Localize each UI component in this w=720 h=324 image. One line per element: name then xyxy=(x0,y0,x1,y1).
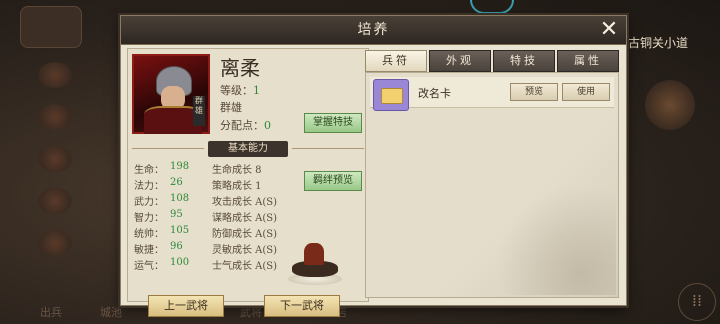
tab-tokens[interactable]: 兵符 xyxy=(365,50,427,72)
item-name: 改名卡 xyxy=(418,87,451,100)
stat-row: 法力： 26 策略成长 1 xyxy=(134,177,304,193)
stat-label: 敏捷： xyxy=(134,245,164,256)
hero-points: 分配点：0 xyxy=(220,117,271,133)
hero-level: 等级：1 xyxy=(220,82,260,98)
tab-bar: 兵符 外观 特技 属性 xyxy=(365,50,619,72)
section-title: 基本能力 xyxy=(208,141,288,157)
bottom-nav-item[interactable]: 武将 xyxy=(240,304,262,320)
preview-button[interactable]: 预览 xyxy=(510,83,558,101)
stat-label: 生命： xyxy=(134,165,164,176)
bond-preview-button[interactable]: 羁绊预览 xyxy=(304,171,362,191)
side-menu-item[interactable] xyxy=(20,188,90,228)
hero-faction: 群雄 xyxy=(220,101,242,114)
item-panel: 兵符 外观 特技 属性 改名卡 预览 使用 xyxy=(365,50,619,300)
location-label: 古铜关小道 xyxy=(628,36,689,50)
hero-name: 离柔 xyxy=(220,56,260,80)
stat-label: 运气： xyxy=(134,261,164,272)
hero-portrait: 群雄 xyxy=(132,54,210,134)
stat-growth: 攻击成长 A(S) xyxy=(212,197,278,208)
stat-value: 95 xyxy=(170,209,183,220)
tab-attributes[interactable]: 属性 xyxy=(557,50,619,72)
stat-value: 105 xyxy=(170,225,190,236)
bottom-nav-item[interactable]: 出兵 xyxy=(40,304,62,320)
stat-growth: 策略成长 1 xyxy=(212,181,262,192)
stat-value: 26 xyxy=(170,177,183,188)
tab-skills[interactable]: 特技 xyxy=(493,50,555,72)
stat-growth: 防御成长 A(S) xyxy=(212,229,278,240)
side-menu-item[interactable] xyxy=(20,104,90,144)
list-item: 改名卡 预览 使用 xyxy=(370,77,614,111)
side-menu-item[interactable] xyxy=(20,146,90,186)
train-dialog: 培养 ✕ 群雄 离柔 等级：1 群雄 分配点：0 掌握特技 基本能力 羁绊预览 … xyxy=(120,15,627,317)
stat-row: 武力： 108 攻击成长 A(S) xyxy=(134,193,304,209)
side-menu-item[interactable] xyxy=(20,230,90,270)
stat-row: 运气： 100 士气成长 A(S) xyxy=(134,257,304,273)
stat-label: 智力： xyxy=(134,213,164,224)
hero-mount-figure xyxy=(288,241,342,287)
left-side-menu xyxy=(0,0,118,324)
side-menu-item[interactable] xyxy=(20,62,90,102)
stat-growth: 谋略成长 A(S) xyxy=(212,213,278,224)
stat-growth: 生命成长 8 xyxy=(212,165,262,176)
stat-value: 108 xyxy=(170,193,190,204)
rename-card-icon xyxy=(373,79,409,111)
stat-growth: 灵敏成长 A(S) xyxy=(212,245,278,256)
stat-growth: 士气成长 A(S) xyxy=(212,261,278,272)
points-label: 分配点： xyxy=(220,119,264,132)
use-button[interactable]: 使用 xyxy=(562,83,610,101)
master-skill-button[interactable]: 掌握特技 xyxy=(304,113,362,133)
stat-row: 敏捷： 96 灵敏成长 A(S) xyxy=(134,241,304,257)
portrait-faction-tag: 群雄 xyxy=(193,96,205,126)
level-label: 等级： xyxy=(220,84,253,97)
stat-value: 100 xyxy=(170,257,190,268)
stat-row: 统帅： 105 防御成长 A(S) xyxy=(134,225,304,241)
prev-hero-button[interactable]: 上一武将 xyxy=(148,295,224,317)
hero-panel: 群雄 离柔 等级：1 群雄 分配点：0 掌握特技 基本能力 羁绊预览 生命： 1… xyxy=(127,48,369,317)
stat-row: 生命： 198 生命成长 8 xyxy=(134,161,304,177)
grid-icon[interactable]: ⁞⁞ xyxy=(678,283,716,321)
dialog-title: 培养 xyxy=(357,22,390,38)
tab-content: 改名卡 预览 使用 xyxy=(365,72,619,298)
next-hero-button[interactable]: 下一武将 xyxy=(264,295,340,317)
section-divider: 基本能力 xyxy=(128,141,368,157)
level-value: 1 xyxy=(253,84,260,97)
stat-label: 统帅： xyxy=(134,229,164,240)
map-icon[interactable] xyxy=(645,80,695,130)
stat-value: 96 xyxy=(170,241,183,252)
stat-value: 198 xyxy=(170,161,190,172)
stat-row: 智力： 95 谋略成长 A(S) xyxy=(134,209,304,225)
points-value: 0 xyxy=(264,119,271,132)
tab-appearance[interactable]: 外观 xyxy=(429,50,491,72)
stat-label: 法力： xyxy=(134,181,164,192)
bottom-nav-item[interactable]: 城池 xyxy=(100,304,122,320)
landscape-decoration xyxy=(496,185,616,295)
close-icon[interactable]: ✕ xyxy=(598,19,620,42)
stat-label: 武力： xyxy=(134,197,164,208)
